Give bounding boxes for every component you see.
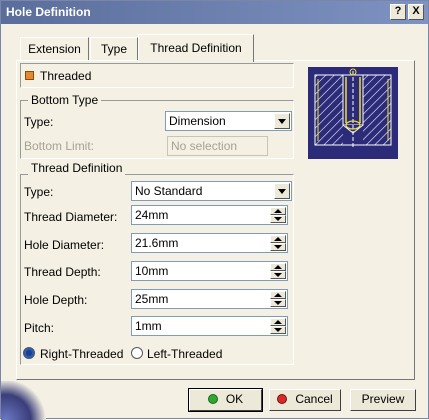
right-threaded-label[interactable]: Right-Threaded	[40, 347, 123, 361]
chevron-down-icon[interactable]	[274, 113, 290, 129]
cancel-label: Cancel	[295, 392, 333, 406]
left-threaded-radio[interactable]	[131, 347, 143, 359]
thread-type-value: No Standard	[135, 184, 203, 198]
ok-label: OK	[225, 392, 244, 406]
thread-type-combo[interactable]: No Standard	[131, 181, 292, 201]
spinner-icon[interactable]	[270, 291, 286, 307]
threaded-checkbox[interactable]	[25, 71, 34, 80]
bottom-limit-value: No selection	[171, 139, 238, 153]
hole-depth-field[interactable]: 25mm	[131, 289, 288, 309]
bottom-type-value: Dimension	[169, 114, 226, 128]
thread-preview-image	[308, 67, 398, 159]
thread-depth-field[interactable]: 10mm	[131, 261, 288, 281]
thread-diameter-field[interactable]: 24mm	[131, 205, 288, 225]
hole-section-icon	[314, 68, 392, 147]
spinner-icon[interactable]	[270, 235, 286, 251]
thread-type-label: Type:	[24, 185, 54, 199]
ok-icon	[207, 394, 218, 404]
cancel-button[interactable]: Cancel	[269, 389, 341, 411]
bottom-type-label: Type:	[24, 115, 54, 129]
hole-definition-dialog: Hole Definition ? X Extension Type Threa…	[0, 0, 429, 420]
hole-diameter-label: Hole Diameter:	[24, 238, 105, 252]
spinner-icon[interactable]	[270, 318, 286, 334]
window-title: Hole Definition	[6, 5, 91, 19]
hole-diameter-value: 21.6mm	[135, 236, 179, 250]
hole-depth-value: 25mm	[135, 292, 169, 306]
thread-definition-title: Thread Definition	[28, 161, 126, 175]
thread-depth-value: 10mm	[135, 264, 169, 278]
tab-thread-definition[interactable]: Thread Definition	[138, 34, 254, 62]
tab-type[interactable]: Type	[90, 37, 138, 61]
threaded-option[interactable]: Threaded	[20, 63, 294, 88]
spinner-icon[interactable]	[270, 263, 286, 279]
cancel-icon	[277, 394, 288, 404]
pitch-value: 1mm	[135, 319, 162, 333]
bottom-type-combo[interactable]: Dimension	[165, 111, 292, 131]
thread-depth-label: Thread Depth:	[24, 265, 101, 279]
bottom-limit-field: No selection	[167, 136, 268, 156]
ok-button[interactable]: OK	[188, 388, 263, 412]
help-button[interactable]: ?	[390, 4, 406, 20]
spinner-icon[interactable]	[270, 207, 286, 223]
pitch-label: Pitch:	[24, 321, 55, 335]
preview-button[interactable]: Preview	[350, 389, 416, 411]
chevron-down-icon[interactable]	[274, 183, 290, 199]
desktop-corner-graphic	[1, 381, 46, 420]
hole-depth-label: Hole Depth:	[24, 293, 88, 307]
threaded-label: Threaded	[40, 69, 92, 83]
right-threaded-radio[interactable]	[23, 347, 35, 359]
title-bar: Hole Definition ? X	[1, 1, 428, 24]
bottom-limit-label: Bottom Limit:	[24, 139, 95, 153]
thread-diameter-value: 24mm	[135, 208, 169, 222]
close-button[interactable]: X	[408, 4, 424, 20]
bottom-type-title: Bottom Type	[28, 93, 102, 107]
tab-extension[interactable]: Extension	[20, 37, 89, 61]
left-threaded-label[interactable]: Left-Threaded	[147, 347, 222, 361]
hole-diameter-field[interactable]: 21.6mm	[131, 233, 288, 253]
pitch-field[interactable]: 1mm	[131, 316, 288, 336]
thread-diameter-label: Thread Diameter:	[24, 210, 118, 224]
